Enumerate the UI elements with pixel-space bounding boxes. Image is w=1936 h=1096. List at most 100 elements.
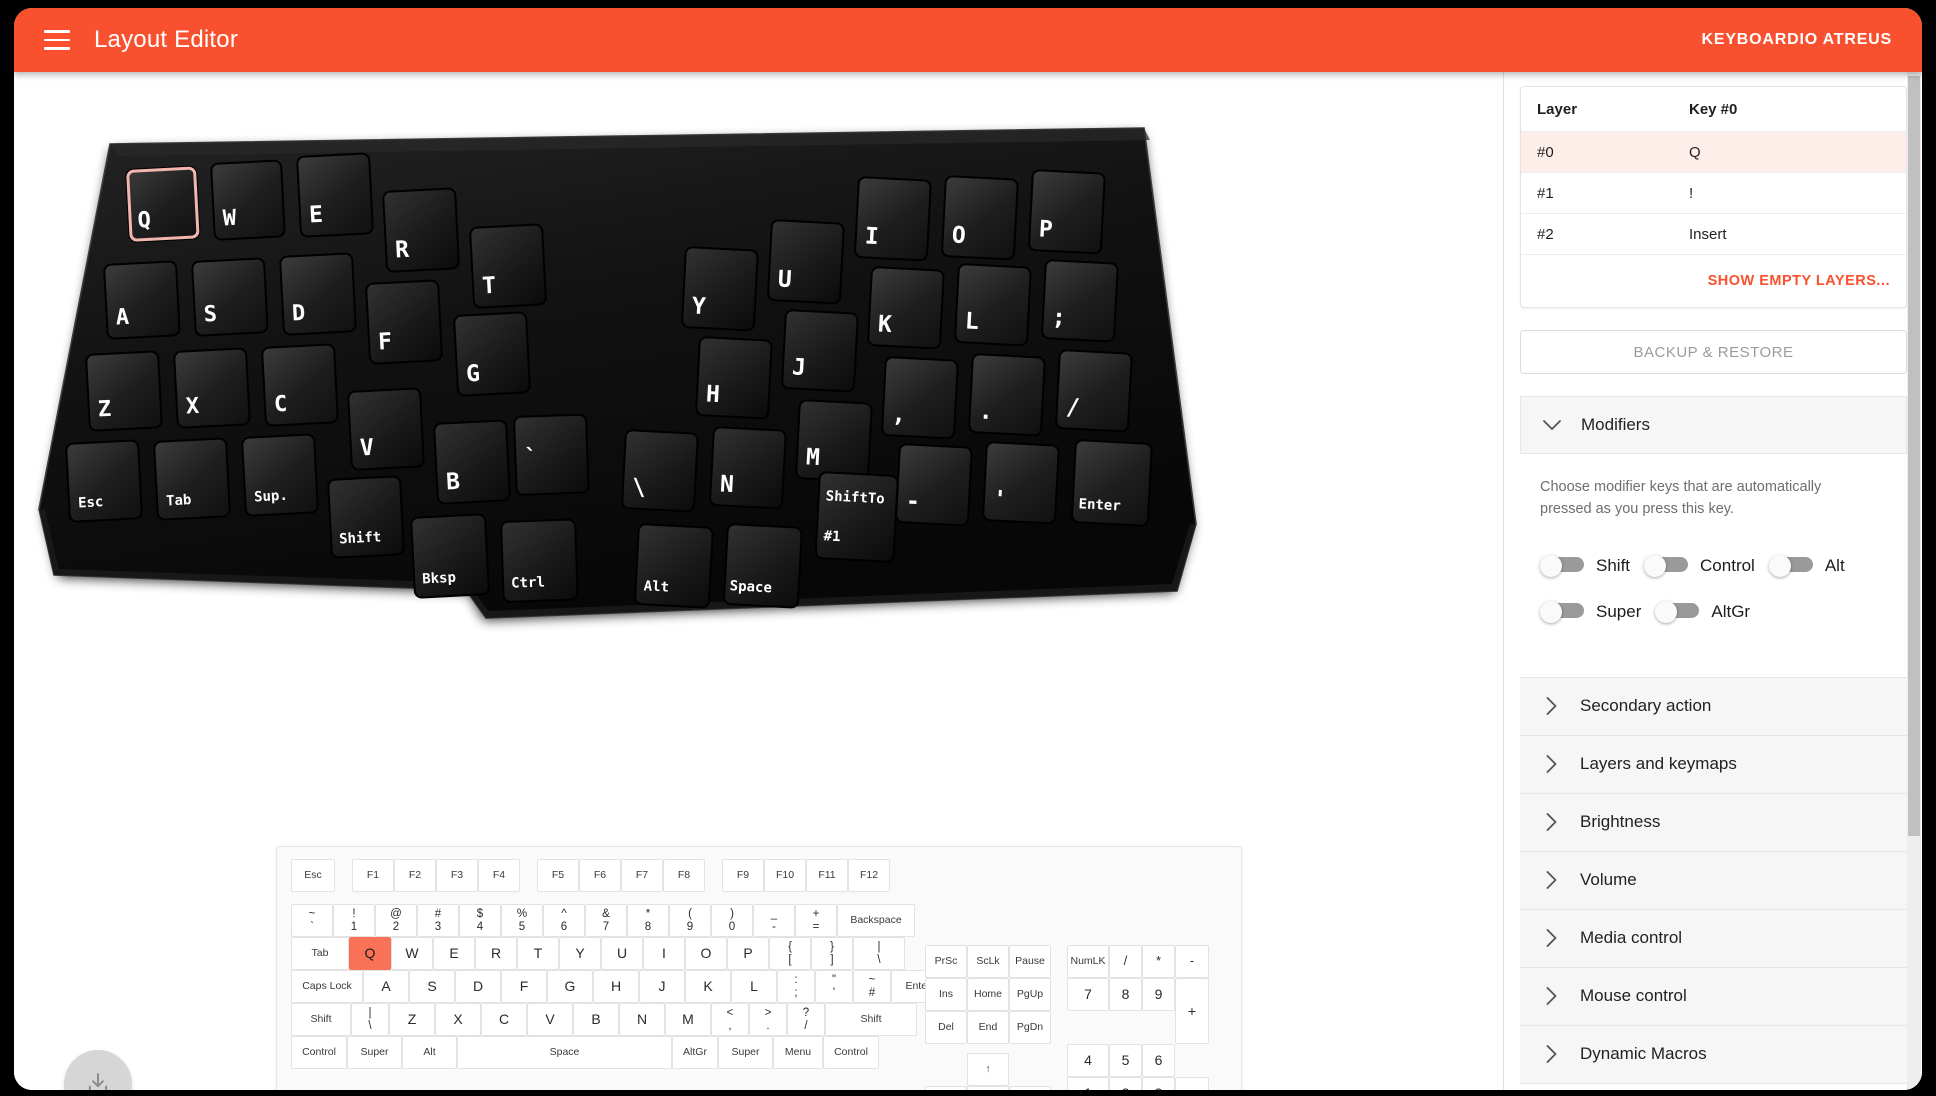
vkb-key-d[interactable]: D [455, 970, 501, 1003]
nav-row[interactable]: Del End PgDn [925, 1011, 1051, 1044]
vkb-key-altgr[interactable]: AltGr [672, 1036, 718, 1069]
key-properties-panel[interactable]: Layer Key #0 #0 Q #1 ! #2 Insert SHOW EM… [1503, 72, 1922, 1090]
vkb-key-iso-backslash[interactable]: | \ [351, 1003, 389, 1036]
vkb-key-f9[interactable]: F9 [722, 859, 764, 892]
vkb-key-slash[interactable]: ? / [787, 1003, 825, 1036]
vkb-function-row[interactable]: Esc F1 F2 F3 F4 F5 F6 F7 F8 F9 F10 F11 F… [291, 859, 945, 892]
vkb-shift-row[interactable]: Shift | \ Z X C V B N M <, >. ? / Shift [291, 1003, 945, 1036]
vkb-key-tab[interactable]: Tab [291, 937, 349, 970]
altgr-toggle[interactable] [1655, 600, 1700, 623]
vkb-key-f12[interactable]: F12 [848, 859, 890, 892]
vkb-key-f7[interactable]: F7 [621, 859, 663, 892]
numpad-row[interactable]: 7 8 9 + [1067, 978, 1209, 1044]
modifiers-accordion[interactable]: Modifiers Choose modifier keys that are … [1520, 396, 1907, 651]
modifier-super[interactable]: Super [1540, 600, 1641, 623]
vkb-key-pagedown[interactable]: PgDn [1009, 1011, 1051, 1044]
vkb-key-scrolllock[interactable]: ScLk [967, 945, 1009, 978]
vkb-key-2[interactable]: @2 [375, 904, 417, 937]
vkb-key-menu[interactable]: Menu [773, 1036, 823, 1069]
vkb-key-esc[interactable]: Esc [291, 859, 335, 892]
vkb-key-f8[interactable]: F8 [663, 859, 705, 892]
virtual-keyboard-nav-cluster[interactable]: PrSc ScLk Pause Ins Home PgUp Del End Pg… [925, 945, 1051, 1090]
vkb-key-u[interactable]: U [601, 937, 643, 970]
hamburger-icon[interactable] [44, 30, 70, 50]
vkb-key-numpad-4[interactable]: 4 [1067, 1044, 1109, 1077]
vkb-tab-row[interactable]: Tab Q W E R T Y U I O P {[ }] | \ [291, 937, 945, 970]
modifier-alt[interactable]: Alt [1768, 554, 1845, 577]
vkb-key-alt-left[interactable]: Alt [402, 1036, 457, 1069]
vkb-key-v[interactable]: V [527, 1003, 573, 1036]
vkb-key-1[interactable]: ! 1 [333, 904, 375, 937]
vkb-key-f2[interactable]: F2 [394, 859, 436, 892]
vkb-key-numpad-subtract[interactable]: - [1175, 945, 1209, 978]
vkb-key-super-left[interactable]: Super [347, 1036, 402, 1069]
vkb-key-t[interactable]: T [517, 937, 559, 970]
vkb-key-numpad-7[interactable]: 7 [1067, 978, 1109, 1011]
vkb-key-f1[interactable]: F1 [352, 859, 394, 892]
vkb-key-space[interactable]: Space [457, 1036, 672, 1069]
vkb-key-backspace[interactable]: Backspace [837, 904, 915, 937]
vkb-key-arrow-left[interactable]: ← [925, 1086, 967, 1090]
vkb-key-super-right[interactable]: Super [718, 1036, 773, 1069]
modifier-control[interactable]: Control [1644, 554, 1755, 577]
vkb-key-y[interactable]: Y [559, 937, 601, 970]
layer-row-0[interactable]: #0 Q [1521, 132, 1906, 173]
section-list[interactable]: Secondary action Layers and keymaps Brig… [1520, 676, 1907, 1084]
virtual-keyboard-main[interactable]: Esc F1 F2 F3 F4 F5 F6 F7 F8 F9 F10 F11 F… [291, 859, 945, 1069]
vkb-key-o[interactable]: O [685, 937, 727, 970]
vkb-key-8[interactable]: * 8 [627, 904, 669, 937]
vkb-key-arrow-right[interactable]: → [1009, 1086, 1051, 1090]
layer-row-2[interactable]: #2 Insert [1521, 214, 1906, 255]
vkb-key-0[interactable]: ) 0 [711, 904, 753, 937]
vkb-number-row[interactable]: ~ ` ! 1 @2 #3 $4 % 5 ^ 6 & 7 * 8 (9 ) 0 _ - + = B… [291, 904, 945, 937]
modifiers-accordion-header[interactable]: Modifiers [1520, 396, 1907, 454]
vkb-key-k[interactable]: K [685, 970, 731, 1003]
shift-toggle[interactable] [1540, 554, 1584, 577]
vkb-key-numpad-3[interactable]: 3 [1142, 1077, 1175, 1090]
vkb-key-numpad-2[interactable]: 2 [1109, 1077, 1142, 1090]
nav-row[interactable]: ← ↓ → [925, 1086, 1051, 1090]
vkb-key-backslash[interactable]: | \ [853, 937, 905, 970]
vkb-key-r[interactable]: R [475, 937, 517, 970]
vkb-key-pageup[interactable]: PgUp [1009, 978, 1051, 1011]
vkb-key-b[interactable]: B [573, 1003, 619, 1036]
section-volume[interactable]: Volume [1520, 851, 1907, 910]
section-dynamic-macros[interactable]: Dynamic Macros [1520, 1025, 1907, 1084]
vkb-key-4[interactable]: $4 [459, 904, 501, 937]
physical-keyboard-render[interactable]: Q W E R T A S D F G Z X C V B Esc Tab Su… [14, 72, 1503, 692]
vkb-key-numpad-divide[interactable]: / [1109, 945, 1142, 978]
vkb-key-semicolon[interactable]: :; [777, 970, 815, 1003]
vkb-key-n[interactable]: N [619, 1003, 665, 1036]
vkb-key-q[interactable]: Q [349, 937, 391, 970]
vkb-key-s[interactable]: S [409, 970, 455, 1003]
vkb-key-numpad-1[interactable]: 1 [1067, 1077, 1109, 1090]
show-empty-layers-link[interactable]: SHOW EMPTY LAYERS... [1708, 273, 1890, 289]
vkb-key-capslock[interactable]: Caps Lock [291, 970, 363, 1003]
vkb-key-prtsc[interactable]: PrSc [925, 945, 967, 978]
vkb-control-row[interactable]: Control Super Alt Space AltGr Super Menu… [291, 1036, 945, 1069]
vkb-caps-row[interactable]: Caps Lock A S D F G H J K L :; " ' ~ # Ent… [291, 970, 945, 1003]
vkb-key-5[interactable]: % 5 [501, 904, 543, 937]
numpad-row[interactable]: 1 2 3 Enter [1067, 1077, 1209, 1090]
vkb-key-a[interactable]: A [363, 970, 409, 1003]
vkb-key-m[interactable]: M [665, 1003, 711, 1036]
vkb-key-numpad-enter[interactable]: Enter [1175, 1077, 1209, 1090]
vkb-key-shift-right[interactable]: Shift [825, 1003, 917, 1036]
vkb-key-comma[interactable]: <, [711, 1003, 749, 1036]
vkb-key-numlock[interactable]: NumLK [1067, 945, 1109, 978]
vkb-key-numpad-5[interactable]: 5 [1109, 1044, 1142, 1077]
vkb-key-bracket-left[interactable]: {[ [769, 937, 811, 970]
export-download-button[interactable] [64, 1050, 132, 1090]
vkb-key-numpad-9[interactable]: 9 [1142, 978, 1175, 1011]
modifier-toggles[interactable]: Shift Control Alt Super AltGr [1540, 554, 1887, 623]
atreus-keyboard-svg[interactable]: Q W E R T A S D F G Z X C V B Esc Tab Su… [14, 72, 1503, 692]
vkb-key-l[interactable]: L [731, 970, 777, 1003]
numpad-row[interactable]: 4 5 6 [1067, 1044, 1209, 1077]
layer-row-1[interactable]: #1 ! [1521, 173, 1906, 214]
vkb-key-e[interactable]: E [433, 937, 475, 970]
vkb-key-3[interactable]: #3 [417, 904, 459, 937]
nav-row[interactable]: ↑ [925, 1053, 1051, 1086]
vkb-key-insert[interactable]: Ins [925, 978, 967, 1011]
nav-row[interactable]: Ins Home PgUp [925, 978, 1051, 1011]
vkb-key-hash[interactable]: ~ # [853, 970, 891, 1003]
